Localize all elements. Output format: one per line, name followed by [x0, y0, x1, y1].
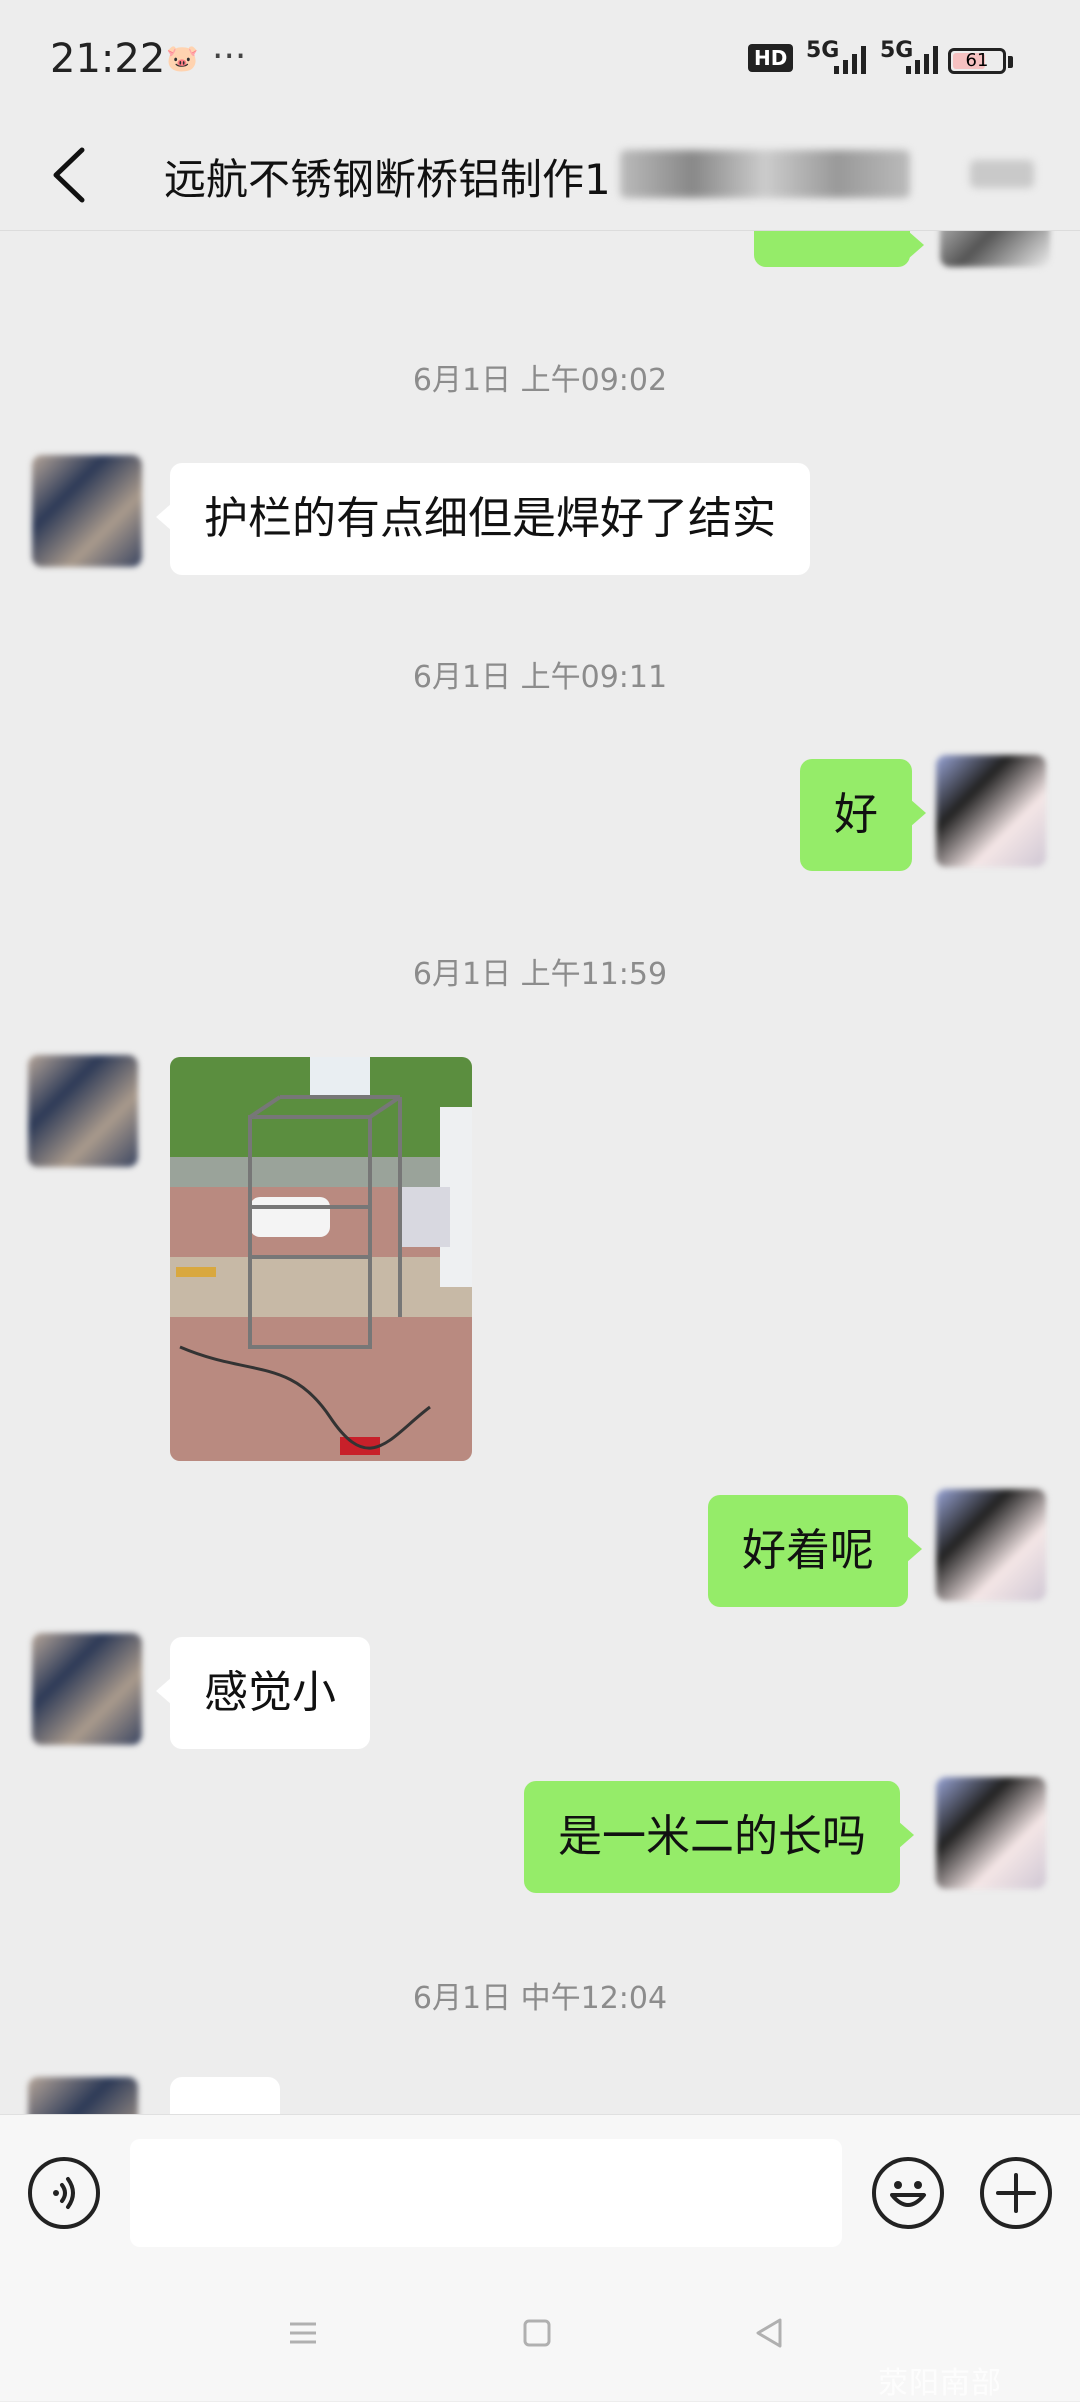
status-time: 21:22: [50, 36, 166, 82]
incoming-message[interactable]: 感觉小: [156, 1637, 370, 1749]
more-actions-button[interactable]: [980, 2157, 1052, 2229]
watermark-logo: 荥阳南部: [878, 2366, 1002, 2401]
more-menu-icon[interactable]: [970, 160, 1034, 188]
message-input[interactable]: [130, 2139, 842, 2247]
outgoing-message[interactable]: 好: [800, 759, 926, 871]
chat-title: 远航不锈钢断桥铝制作1: [164, 155, 611, 204]
chat-header: 远航不锈钢断桥铝制作1: [0, 120, 1080, 231]
message-timestamp: 6月1日 中午12:04: [412, 1981, 668, 2016]
back-arrow-icon[interactable]: [42, 142, 102, 208]
partial-incoming-message[interactable]: [170, 2077, 280, 2114]
outgoing-message[interactable]: 是一米二的长吗: [524, 1781, 914, 1893]
contact-avatar[interactable]: [28, 1055, 138, 1167]
my-avatar[interactable]: [936, 1489, 1046, 1601]
back-nav-icon[interactable]: [752, 2316, 786, 2350]
my-avatar[interactable]: [936, 1777, 1046, 1889]
signal-1-icon: [834, 46, 866, 74]
menu-nav-icon[interactable]: [286, 2316, 320, 2350]
emoji-button[interactable]: [872, 2157, 944, 2229]
message-timestamp: 6月1日 上午11:59: [412, 957, 668, 992]
outgoing-message[interactable]: 好着呢: [708, 1495, 922, 1607]
battery-icon: 61: [948, 48, 1006, 74]
more-notifications-icon: ···: [212, 36, 247, 77]
message-timestamp: 6月1日 上午09:02: [412, 363, 668, 398]
my-avatar[interactable]: [936, 755, 1046, 867]
redacted-phone-number: [620, 150, 910, 198]
image-message[interactable]: [170, 1057, 472, 1461]
contact-avatar[interactable]: [28, 2077, 138, 2114]
incoming-message[interactable]: 护栏的有点细但是焊好了结实: [156, 463, 810, 575]
contact-avatar[interactable]: [32, 455, 142, 567]
voice-input-button[interactable]: [28, 2157, 100, 2229]
signal-2-icon: [906, 46, 938, 74]
battery-level: 61: [965, 50, 989, 71]
status-bar: 21:22 🐷 ··· HD 5G 5G 61: [0, 0, 1080, 120]
battery-tip: [1008, 56, 1013, 68]
image-content: [170, 1057, 472, 1461]
home-nav-icon[interactable]: [520, 2316, 554, 2350]
notification-icon: 🐷: [166, 44, 199, 74]
message-list[interactable]: 6月1日 上午09:02 护栏的有点细但是焊好了结实 6月1日 上午09:11 …: [0, 231, 1080, 2114]
my-avatar[interactable]: [940, 231, 1050, 267]
partial-outgoing-message: [754, 231, 924, 267]
emoji-icon: [890, 2181, 926, 2207]
plus-icon: [996, 2173, 1036, 2213]
voice-icon: [53, 2177, 75, 2209]
contact-avatar[interactable]: [32, 1633, 142, 1745]
hd-badge: HD: [748, 44, 794, 72]
message-timestamp: 6月1日 上午09:11: [412, 660, 668, 695]
